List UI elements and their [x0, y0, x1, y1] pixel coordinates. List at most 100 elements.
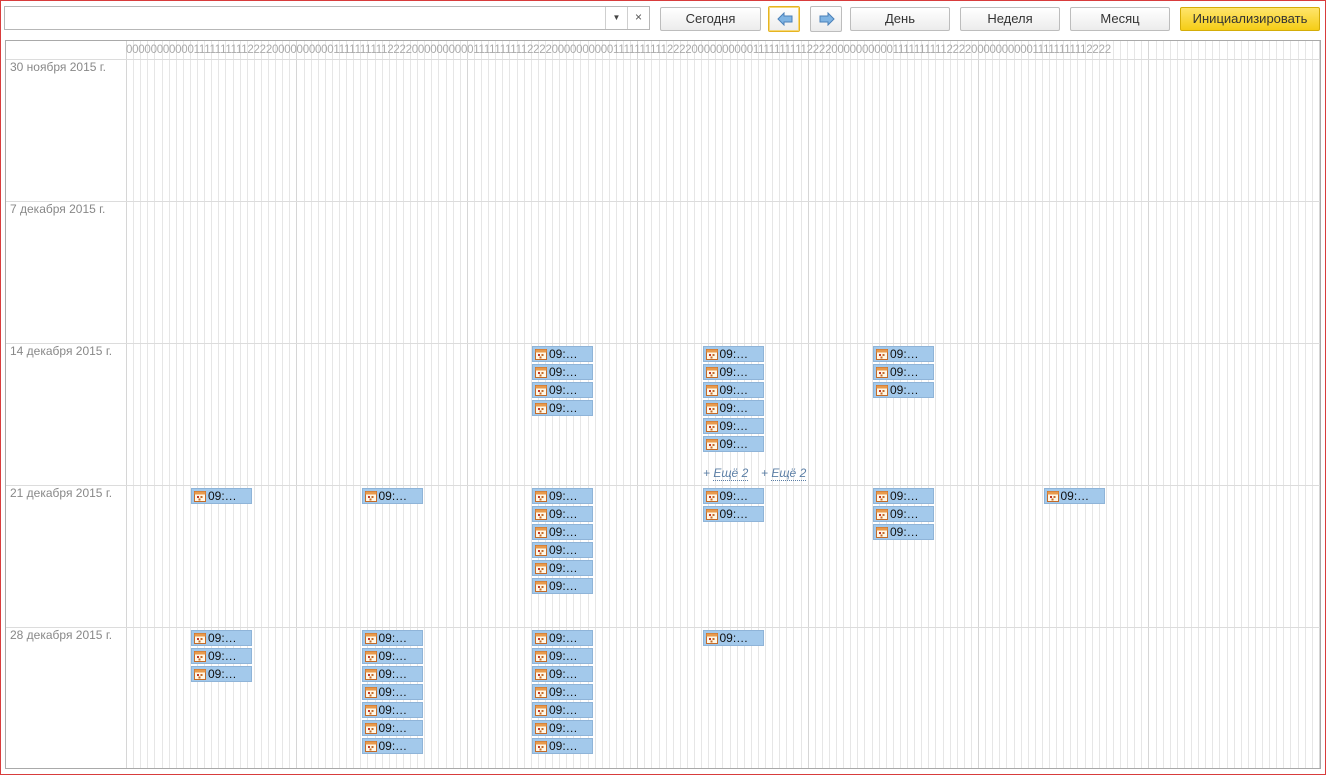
calendar-event[interactable]: 09:… [873, 506, 934, 522]
calendar-event[interactable]: 09:… [532, 666, 593, 682]
prev-period-button[interactable] [768, 6, 800, 32]
calendar-event[interactable]: 09:… [532, 488, 593, 504]
hour-gridline [1169, 41, 1171, 768]
event-calendar-icon [705, 490, 718, 502]
calendar-event[interactable]: 09:… [702, 630, 764, 646]
calendar-event[interactable]: 09:… [532, 382, 593, 398]
calendar-event[interactable]: 09:… [873, 346, 934, 362]
more-events-link[interactable]: + Ещё 2 [703, 466, 749, 481]
event-time-label: 09:… [719, 437, 749, 451]
calendar-event[interactable]: 09:… [532, 720, 593, 736]
calendar-event[interactable]: 09:… [532, 524, 593, 540]
calendar-event[interactable]: 09:… [702, 418, 764, 434]
calendar-event[interactable]: 09:… [873, 382, 934, 398]
calendar-event[interactable]: 09:… [532, 542, 593, 558]
arrow-left-icon [777, 12, 793, 26]
calendar-event[interactable]: 09:… [873, 488, 934, 504]
calendar-event[interactable]: 09:… [532, 738, 593, 754]
initialize-button[interactable]: Инициализировать [1180, 7, 1320, 31]
calendar-event[interactable]: 09:… [532, 702, 593, 718]
hour-gridline [992, 41, 994, 768]
hour-gridline [1141, 41, 1143, 768]
calendar-event[interactable]: 09:… [361, 720, 423, 736]
month-view-button[interactable]: Месяц [1070, 7, 1170, 31]
hour-gridline [1155, 41, 1157, 768]
week-view-button[interactable]: Неделя [960, 7, 1060, 31]
calendar-event[interactable]: 09:… [532, 506, 593, 522]
event-calendar-icon [876, 366, 888, 378]
more-events-label: Ещё 2 [713, 466, 749, 481]
calendar-event[interactable]: 09:… [191, 666, 252, 682]
event-calendar-icon [364, 650, 377, 662]
calendar-event[interactable]: 09:… [702, 400, 764, 416]
calendar-event[interactable]: 09:… [361, 738, 423, 754]
event-calendar-icon [535, 704, 547, 716]
event-time-label: 09:… [719, 383, 749, 397]
calendar-select-input[interactable]: ▼ × [4, 6, 650, 30]
calendar-event[interactable]: 09:… [361, 684, 423, 700]
calendar-event[interactable]: 09:… [532, 400, 593, 416]
calendar-event[interactable]: 09:… [532, 560, 593, 576]
calendar-event[interactable]: 09:… [532, 648, 593, 664]
hour-gridline [999, 41, 1001, 768]
event-time-label: 09:… [890, 365, 919, 379]
hour-gridline [1198, 41, 1200, 768]
event-time-label: 09:… [549, 703, 578, 717]
calendar-event[interactable]: 09:… [702, 346, 764, 362]
hour-gridline [445, 41, 447, 768]
event-time-label: 09:… [719, 347, 749, 361]
hour-gridline [431, 41, 433, 768]
event-calendar-icon [705, 384, 718, 396]
today-button[interactable]: Сегодня [660, 7, 761, 31]
event-calendar-icon [705, 632, 718, 644]
event-calendar-icon [535, 650, 547, 662]
calendar-event[interactable]: 09:… [702, 364, 764, 380]
event-time-label: 09:… [549, 543, 578, 557]
calendar-event[interactable]: 09:… [532, 364, 593, 380]
hour-gridline [814, 41, 816, 768]
hour-gridline [828, 41, 830, 768]
clear-icon[interactable]: × [627, 7, 649, 29]
hour-gridline [466, 41, 468, 768]
calendar-event[interactable]: 09:… [191, 648, 252, 664]
week-separator [6, 485, 1320, 486]
calendar-event[interactable]: 09:… [532, 578, 593, 594]
calendar-event[interactable]: 09:… [361, 630, 423, 646]
planner-grid[interactable]: 0000000000011111111112222000000000011111… [5, 40, 1321, 769]
calendar-event[interactable]: 09:… [532, 630, 593, 646]
calendar-event[interactable]: 09:… [702, 382, 764, 398]
calendar-event[interactable]: 09:… [702, 506, 764, 522]
hour-gridline [807, 41, 809, 768]
dropdown-icon[interactable]: ▼ [605, 7, 627, 29]
day-view-button[interactable]: День [850, 7, 950, 31]
calendar-event[interactable]: 09:… [191, 488, 252, 504]
calendar-event[interactable]: 09:… [361, 702, 423, 718]
event-time-label: 09:… [549, 721, 578, 735]
hour-gridline [161, 41, 163, 768]
calendar-event[interactable]: 09:… [702, 488, 764, 504]
hour-gridline [1226, 41, 1228, 768]
event-calendar-icon [535, 490, 547, 502]
calendar-event[interactable]: 09:… [191, 630, 252, 646]
calendar-event[interactable]: 09:… [361, 666, 423, 682]
event-calendar-icon [535, 632, 547, 644]
more-events-link[interactable]: + Ещё 2 [761, 466, 807, 481]
calendar-event[interactable]: 09:… [1043, 488, 1105, 504]
hour-gridline [296, 41, 298, 768]
calendar-event[interactable]: 09:… [361, 648, 423, 664]
hour-gridline [1254, 41, 1256, 768]
hour-gridline [878, 41, 880, 768]
next-period-button[interactable] [810, 6, 842, 32]
event-time-label: 09:… [378, 703, 408, 717]
calendar-event[interactable]: 09:… [873, 524, 934, 540]
calendar-event[interactable]: 09:… [532, 684, 593, 700]
calendar-event[interactable]: 09:… [873, 364, 934, 380]
calendar-event[interactable]: 09:… [532, 346, 593, 362]
hour-gridline [843, 41, 845, 768]
hour-gridline [424, 41, 426, 768]
hour-gridline [985, 41, 987, 768]
hour-gridline [481, 41, 482, 768]
calendar-event[interactable]: 09:… [702, 436, 764, 452]
calendar-event[interactable]: 09:… [361, 488, 423, 504]
event-calendar-icon [535, 508, 547, 520]
